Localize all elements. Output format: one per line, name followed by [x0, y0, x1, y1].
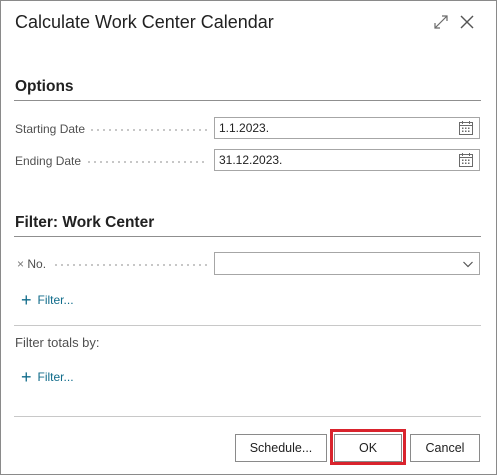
no-filter-label: No. [27, 257, 47, 271]
no-filter-field[interactable] [214, 252, 480, 275]
ending-date-field[interactable]: 31.12.2023. [214, 149, 480, 171]
options-section-title: Options [15, 78, 74, 95]
plus-icon: + [21, 367, 32, 387]
close-button[interactable] [455, 9, 479, 35]
remove-filter-icon[interactable]: × [17, 257, 24, 271]
expand-icon [434, 15, 448, 29]
filter-work-center-section-title: Filter: Work Center [15, 214, 155, 231]
calendar-icon[interactable] [459, 153, 473, 167]
ending-date-leader [86, 161, 207, 163]
add-work-center-filter-label: Filter... [37, 293, 74, 307]
add-totals-filter-link[interactable]: + Filter... [21, 367, 74, 387]
filter-work-center-divider [14, 236, 481, 237]
expand-button[interactable] [429, 9, 453, 35]
filter-totals-divider [14, 325, 481, 326]
chevron-down-icon[interactable] [462, 258, 474, 270]
close-icon [460, 15, 474, 29]
plus-icon: + [21, 290, 32, 310]
starting-date-label: Starting Date [15, 122, 86, 136]
calculate-work-center-calendar-dialog: Calculate Work Center Calendar Options S… [0, 0, 497, 475]
no-filter-label-group: × No. [17, 257, 46, 271]
add-work-center-filter-link[interactable]: + Filter... [21, 290, 74, 310]
ok-button-highlight [330, 429, 406, 465]
cancel-button[interactable]: Cancel [410, 434, 480, 462]
no-filter-leader [53, 264, 207, 266]
calendar-icon[interactable] [459, 121, 473, 135]
options-divider [14, 100, 481, 101]
ending-date-value: 31.12.2023. [219, 153, 283, 167]
schedule-button[interactable]: Schedule... [235, 434, 327, 462]
add-totals-filter-label: Filter... [37, 370, 74, 384]
starting-date-field[interactable]: 1.1.2023. [214, 117, 480, 139]
ending-date-label: Ending Date [15, 154, 82, 168]
footer-divider [14, 416, 481, 417]
filter-totals-label: Filter totals by: [15, 335, 100, 350]
starting-date-value: 1.1.2023. [219, 121, 270, 135]
starting-date-leader [89, 129, 207, 131]
dialog-title: Calculate Work Center Calendar [15, 12, 274, 32]
